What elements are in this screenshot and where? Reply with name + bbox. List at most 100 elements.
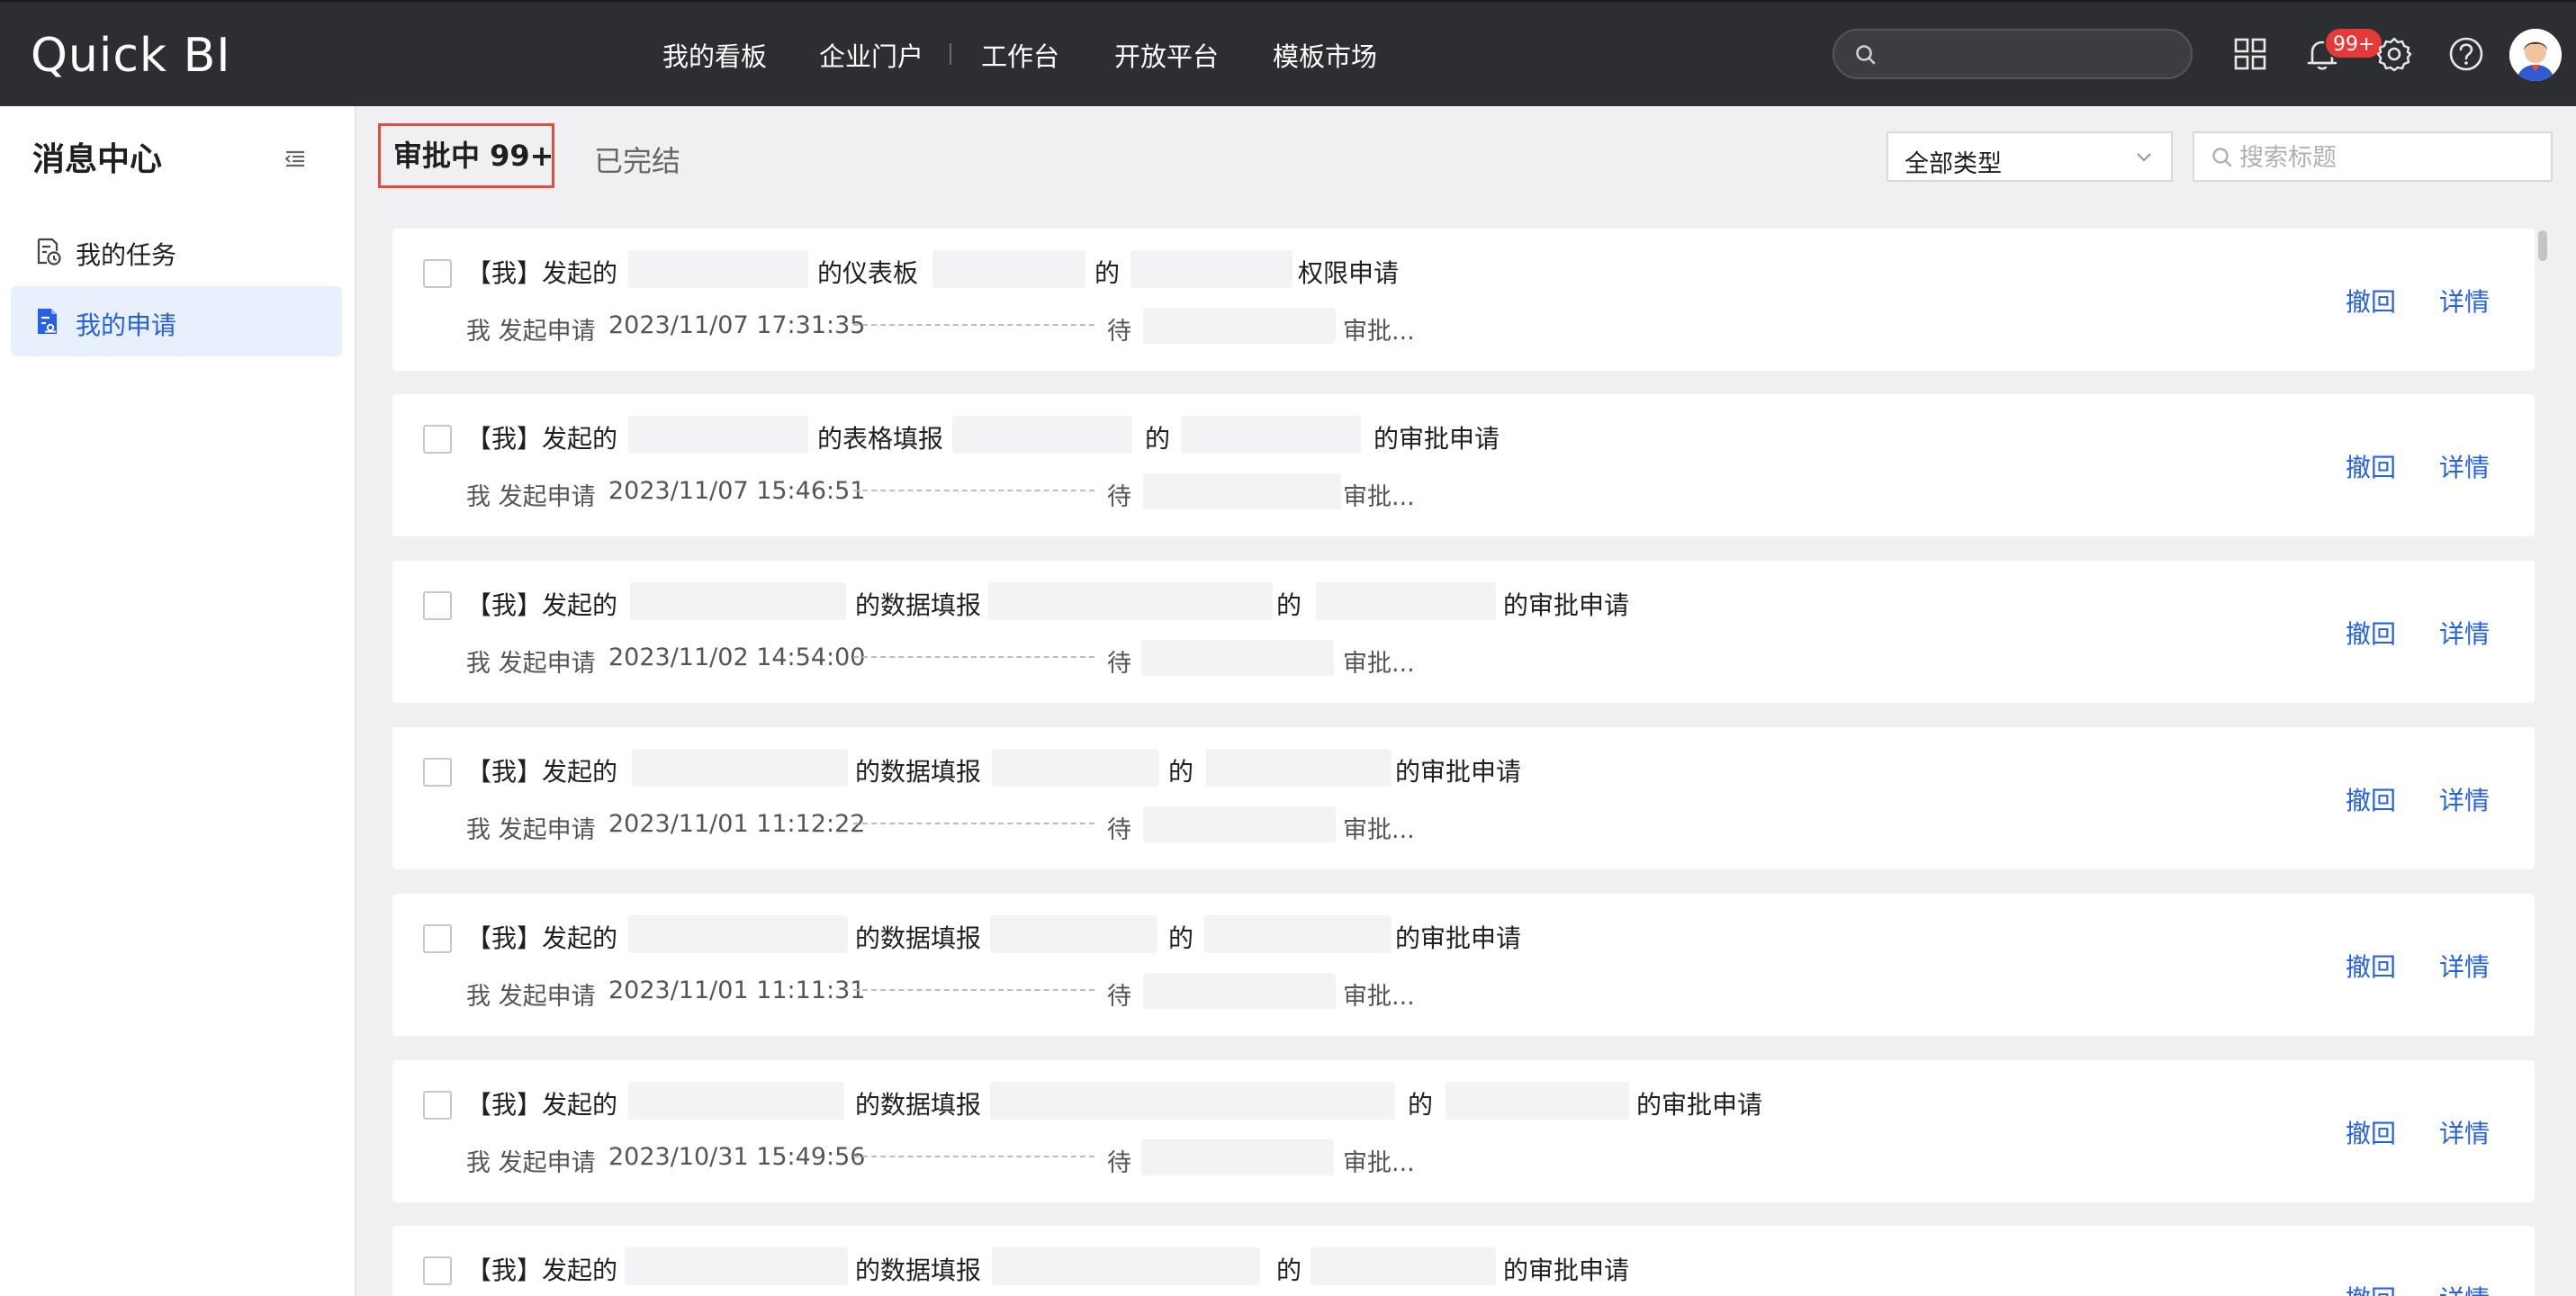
- redacted-field: [628, 915, 848, 953]
- request-object-type: 的数据填报: [855, 1090, 982, 1120]
- row-checkbox[interactable]: [423, 1091, 452, 1120]
- app-logo[interactable]: Quick BI: [31, 29, 231, 83]
- redacted-field: [1143, 473, 1341, 509]
- withdraw-button[interactable]: 撤回: [2346, 948, 2396, 984]
- request-status: 审批...: [1343, 1149, 1415, 1177]
- type-filter-value: 全部类型: [1905, 150, 2002, 178]
- redacted-field: [990, 915, 1157, 953]
- detail-button[interactable]: 详情: [2439, 781, 2490, 817]
- detail-button[interactable]: 详情: [2439, 448, 2490, 484]
- request-status: 审批...: [1343, 816, 1415, 844]
- nav-enterprise-portal[interactable]: 企业门户: [819, 36, 923, 74]
- nav-my-dashboards[interactable]: 我的看板: [662, 36, 767, 74]
- search-icon: [1856, 45, 1876, 65]
- redacted-field: [1311, 1247, 1496, 1285]
- redacted-field: [952, 416, 1132, 454]
- nav-workbench[interactable]: 工作台: [981, 36, 1059, 74]
- request-suffix: 的审批申请: [1636, 1090, 1763, 1120]
- redacted-field: [1143, 973, 1336, 1009]
- request-card: 【我】发起的 的数据填报 的 的审批申请 我 发起申请 2023/10/31 1…: [392, 1060, 2535, 1202]
- apps-grid-icon[interactable]: [2230, 34, 2270, 74]
- request-prefix: 【我】发起的: [466, 1090, 618, 1120]
- request-of: 的: [1145, 424, 1171, 454]
- withdraw-button[interactable]: 撤回: [2346, 781, 2396, 817]
- request-time: 2023/11/07 15:46:51: [608, 477, 866, 505]
- redacted-field: [992, 1247, 1260, 1285]
- request-status: 审批...: [1343, 483, 1415, 511]
- withdraw-button[interactable]: 撤回: [2346, 615, 2396, 651]
- detail-button[interactable]: 详情: [2439, 948, 2490, 984]
- request-status: 审批...: [1343, 318, 1415, 346]
- redacted-field: [932, 250, 1085, 288]
- redacted-field: [632, 749, 848, 787]
- request-wait: 待: [1107, 650, 1131, 678]
- redacted-field: [1446, 1082, 1629, 1120]
- timeline-dash: [853, 1156, 1094, 1157]
- nav-template-market[interactable]: 模板市场: [1273, 36, 1377, 74]
- redacted-field: [1141, 1139, 1334, 1175]
- sidebar-item-label: 我的任务: [76, 240, 177, 270]
- detail-button[interactable]: 详情: [2439, 283, 2490, 319]
- row-checkbox[interactable]: [423, 924, 452, 953]
- request-card: 【我】发起的 的数据填报 的 的审批申请 我 发起申请 2023/11/01 1…: [392, 894, 2535, 1036]
- row-checkbox[interactable]: [423, 758, 452, 787]
- user-avatar[interactable]: [2509, 29, 2562, 81]
- row-checkbox[interactable]: [423, 1256, 452, 1285]
- request-wait: 待: [1107, 983, 1131, 1011]
- request-wait: 待: [1107, 1149, 1131, 1177]
- help-icon[interactable]: [2446, 34, 2486, 74]
- row-checkbox[interactable]: [423, 425, 452, 454]
- request-card: 【我】发起的 的数据填报 的 的审批申请 我 发起申请 2023/11/02 1…: [392, 561, 2535, 703]
- redacted-field: [1143, 308, 1336, 344]
- redacted-field: [628, 416, 808, 454]
- timeline-dash: [853, 989, 1094, 991]
- row-checkbox[interactable]: [423, 591, 452, 620]
- request-of: 的: [1094, 258, 1121, 288]
- nav-open-platform[interactable]: 开放平台: [1114, 36, 1219, 74]
- request-prefix: 【我】发起的: [466, 424, 618, 454]
- request-of: 的: [1168, 923, 1194, 953]
- global-search-input[interactable]: [1833, 29, 2193, 79]
- request-object-type: 的数据填报: [855, 923, 982, 953]
- redacted-field: [628, 1082, 844, 1120]
- title-search-input[interactable]: [2239, 140, 2536, 175]
- request-initiator: 我 发起申请: [466, 816, 596, 844]
- sidebar-item-my-applications[interactable]: 我的申请: [11, 286, 342, 356]
- search-icon: [2212, 148, 2232, 167]
- request-status: 审批...: [1343, 650, 1415, 678]
- chevron-down-icon: [2137, 153, 2151, 162]
- request-initiator: 我 发起申请: [466, 983, 596, 1011]
- application-icon: [38, 309, 57, 334]
- list-scrollbar[interactable]: [2538, 227, 2553, 1296]
- request-prefix: 【我】发起的: [466, 1256, 618, 1285]
- title-search-field[interactable]: [2193, 131, 2553, 182]
- detail-button[interactable]: 详情: [2439, 1280, 2490, 1296]
- gear-icon[interactable]: [2374, 34, 2414, 74]
- request-prefix: 【我】发起的: [466, 923, 618, 953]
- withdraw-button[interactable]: 撤回: [2346, 283, 2396, 319]
- type-filter-select[interactable]: 全部类型: [1887, 131, 2173, 182]
- request-wait: 待: [1107, 816, 1131, 844]
- scrollbar-thumb[interactable]: [2538, 230, 2547, 261]
- row-checkbox[interactable]: [423, 259, 452, 288]
- redacted-field: [1206, 749, 1392, 787]
- withdraw-button[interactable]: 撤回: [2346, 1280, 2396, 1296]
- sidebar-item-my-tasks[interactable]: 我的任务: [11, 216, 342, 286]
- tab-completed[interactable]: 已完结: [594, 139, 680, 180]
- withdraw-button[interactable]: 撤回: [2346, 448, 2396, 484]
- collapse-sidebar-icon[interactable]: [283, 146, 308, 171]
- redacted-field: [990, 1082, 1395, 1120]
- request-time: 2023/11/01 11:11:31: [608, 976, 866, 1004]
- request-time: 2023/11/02 14:54:00: [608, 644, 866, 671]
- detail-button[interactable]: 详情: [2439, 1114, 2490, 1150]
- detail-button[interactable]: 详情: [2439, 615, 2490, 651]
- request-prefix: 【我】发起的: [466, 757, 618, 787]
- withdraw-button[interactable]: 撤回: [2346, 1114, 2396, 1150]
- redacted-field: [1181, 416, 1361, 454]
- request-of: 的: [1168, 757, 1194, 787]
- request-suffix: 的审批申请: [1503, 590, 1630, 620]
- redacted-field: [1204, 915, 1392, 953]
- request-object-type: 的数据填报: [855, 590, 982, 620]
- tab-in-approval[interactable]: 审批中 99+: [378, 123, 554, 188]
- request-initiator: 我 发起申请: [466, 1149, 596, 1177]
